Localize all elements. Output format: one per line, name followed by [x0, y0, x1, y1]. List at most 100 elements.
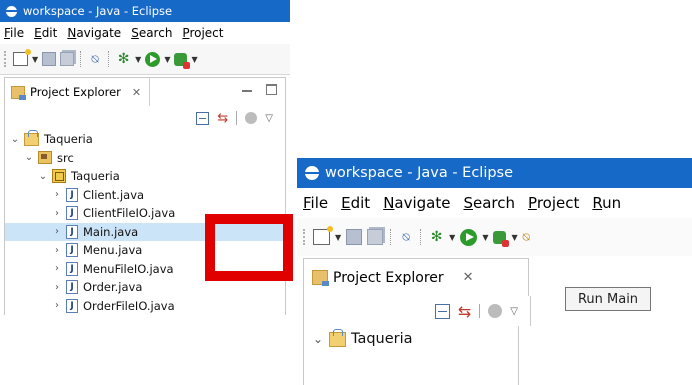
menu-run[interactable]: Run	[592, 194, 621, 212]
eclipse-window-left: workspace - Java - Eclipse File Edit Nav…	[0, 0, 290, 385]
tree-item-label: Menu.java	[83, 243, 143, 258]
package-icon	[52, 169, 66, 184]
external-tools-dropdown-arrow-icon[interactable]: ▼	[191, 55, 197, 64]
menu-bar: File Edit Navigate Search Project	[0, 22, 290, 44]
new-dropdown-arrow-icon[interactable]: ▼	[335, 233, 341, 242]
maximize-icon[interactable]	[266, 84, 277, 95]
close-tab-icon[interactable]: ✕	[132, 86, 141, 99]
highlight-annotation-box	[205, 214, 293, 281]
project-explorer-icon	[11, 85, 26, 100]
expanded-chevron-icon[interactable]: ⌄	[310, 332, 326, 346]
tab-label: Project Explorer	[333, 269, 444, 286]
tab-project-explorer[interactable]: Project Explorer ✕	[303, 258, 529, 296]
skip-breakpoints-icon[interactable]: ⍉	[399, 230, 413, 244]
java-file-icon: J	[66, 243, 78, 258]
tree-item[interactable]: ⌄ Taqueria	[304, 326, 518, 352]
view-toolbar: ⇆ ▽	[4, 106, 286, 130]
focus-on-active-task-icon[interactable]	[245, 112, 258, 124]
debug-dropdown-arrow-icon[interactable]: ▼	[135, 55, 141, 64]
tree-item-label: MenuFileIO.java	[83, 261, 174, 276]
java-file-icon: J	[66, 298, 78, 313]
tree-item-label: Client.java	[83, 187, 145, 202]
run-dropdown-arrow-icon[interactable]: ▼	[164, 55, 170, 64]
focus-on-active-task-icon[interactable]	[488, 304, 503, 318]
view-toolbar-separator	[479, 304, 481, 318]
menu-search[interactable]: Search	[463, 194, 515, 212]
run-main-tooltip: Run Main	[565, 287, 651, 311]
tree-item-label: OrderFileIO.java	[83, 298, 175, 313]
collapsed-chevron-icon[interactable]: ›	[51, 300, 63, 311]
java-project-icon	[24, 129, 39, 146]
toolbar-grip[interactable]	[303, 229, 308, 245]
collapse-all-icon[interactable]	[434, 303, 450, 319]
menu-file[interactable]: File	[303, 194, 328, 212]
external-tools-icon[interactable]	[493, 230, 510, 247]
save-all-icon[interactable]	[367, 229, 384, 245]
project-explorer-icon	[312, 270, 329, 286]
external-tools-dropdown-arrow-icon[interactable]: ▼	[511, 233, 517, 242]
collapsed-chevron-icon[interactable]: ›	[51, 208, 63, 219]
tab-label: Project Explorer	[30, 85, 121, 99]
debug-icon[interactable]: ✻	[116, 51, 131, 67]
eclipse-logo-icon	[305, 166, 319, 180]
toolbar-separator	[420, 229, 422, 245]
menu-navigate[interactable]: Navigate	[383, 194, 450, 212]
debug-dropdown-arrow-icon[interactable]: ▼	[449, 233, 455, 242]
toolbar-grip[interactable]	[4, 51, 9, 67]
title-bar: workspace - Java - Eclipse	[297, 158, 692, 188]
java-file-icon: J	[66, 206, 78, 221]
toolbar-separator	[80, 51, 82, 67]
collapsed-chevron-icon[interactable]: ›	[51, 282, 63, 293]
view-menu-icon[interactable]: ▽	[265, 113, 273, 124]
skip-breakpoints-icon[interactable]: ⍉	[88, 52, 102, 66]
menu-project[interactable]: Project	[182, 26, 223, 40]
new-wizard-icon[interactable]	[313, 226, 333, 245]
tree-item-label: Taqueria	[44, 132, 93, 147]
tree-item[interactable]: › J Client.java	[5, 186, 285, 205]
expanded-chevron-icon[interactable]: ⌄	[23, 152, 35, 163]
run-icon[interactable]	[460, 228, 478, 246]
run-icon[interactable]	[145, 51, 161, 67]
collapsed-chevron-icon[interactable]: ›	[51, 189, 63, 200]
tree-item[interactable]: ⌄ Taqueria	[5, 129, 285, 149]
tree-item-label: src	[57, 150, 74, 165]
tree-item[interactable]: ⌄ src	[5, 149, 285, 168]
menu-navigate[interactable]: Navigate	[67, 26, 121, 40]
link-with-editor-icon[interactable]: ⇆	[217, 111, 228, 126]
save-icon[interactable]	[42, 52, 57, 66]
tree-item[interactable]: ⌄ Taqueria	[5, 167, 285, 186]
expanded-chevron-icon[interactable]: ⌄	[9, 134, 21, 145]
menu-edit[interactable]: Edit	[34, 26, 57, 40]
title-bar: workspace - Java - Eclipse	[0, 0, 290, 22]
collapsed-chevron-icon[interactable]: ›	[51, 263, 63, 274]
more-tools-icon[interactable]: ⍉	[523, 230, 530, 245]
java-file-icon: J	[66, 224, 78, 239]
link-with-editor-icon[interactable]: ⇆	[458, 302, 471, 321]
close-tab-icon[interactable]: ✕	[463, 270, 474, 285]
eclipse-logo-icon	[6, 5, 17, 17]
toolbar-separator	[108, 51, 110, 67]
collapsed-chevron-icon[interactable]: ›	[51, 226, 63, 237]
new-wizard-icon[interactable]	[13, 49, 31, 66]
view-menu-icon[interactable]: ▽	[510, 306, 518, 317]
debug-icon[interactable]: ✻	[429, 229, 444, 245]
collapse-all-icon[interactable]	[196, 111, 210, 125]
tree-item-label: ClientFileIO.java	[83, 206, 176, 221]
run-dropdown-arrow-icon[interactable]: ▼	[482, 233, 488, 242]
menu-search[interactable]: Search	[131, 26, 172, 40]
project-tree: ⌄ Taqueria	[303, 326, 519, 385]
menu-file[interactable]: File	[4, 26, 24, 40]
java-file-icon: J	[66, 280, 78, 295]
project-explorer-tab-bar: Project Explorer ✕	[4, 77, 286, 106]
save-icon[interactable]	[346, 229, 363, 245]
external-tools-icon[interactable]	[174, 52, 191, 69]
save-all-icon[interactable]	[60, 52, 75, 66]
tree-item[interactable]: › J OrderFileIO.java	[5, 297, 285, 316]
expanded-chevron-icon[interactable]: ⌄	[37, 171, 49, 182]
tab-project-explorer[interactable]: Project Explorer ✕	[5, 78, 151, 106]
menu-project[interactable]: Project	[528, 194, 579, 212]
minimize-icon[interactable]	[242, 90, 252, 92]
collapsed-chevron-icon[interactable]: ›	[51, 245, 63, 256]
new-dropdown-arrow-icon[interactable]: ▼	[32, 55, 38, 64]
menu-edit[interactable]: Edit	[341, 194, 370, 212]
